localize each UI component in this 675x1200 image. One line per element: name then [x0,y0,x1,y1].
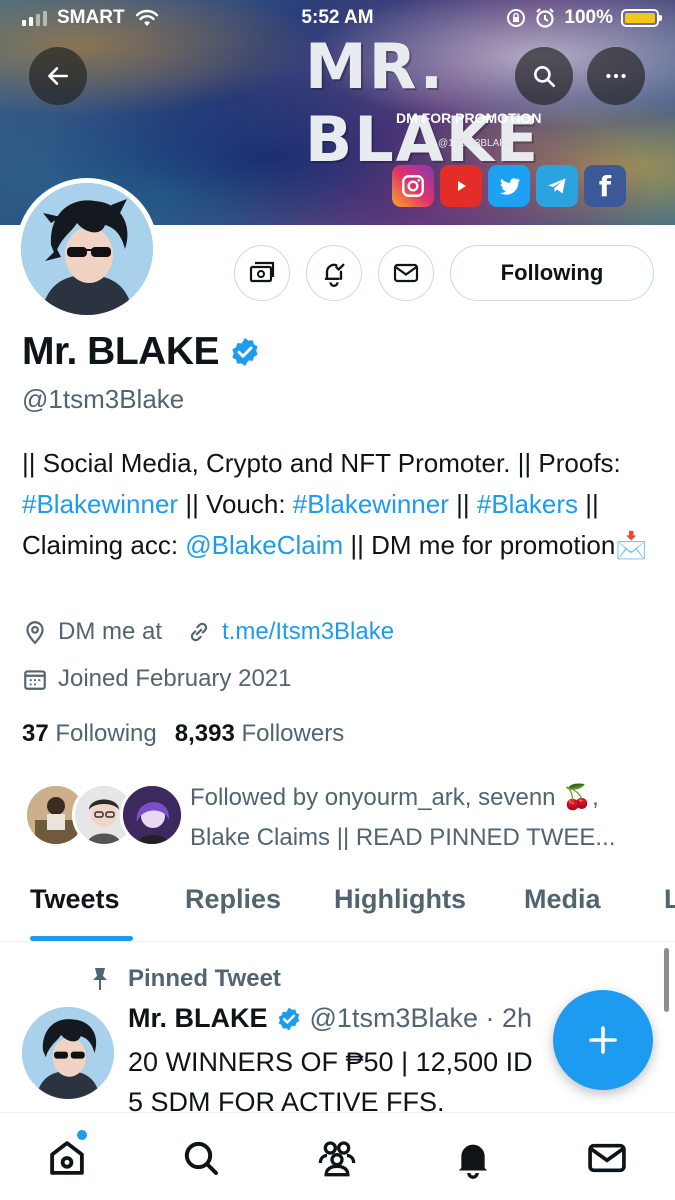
follow-counts: 37 Following 8,393 Followers [22,720,344,748]
more-icon [606,73,626,79]
bio-text: || Social Media, Crypto and NFT Promoter… [22,448,621,478]
following-button[interactable]: Following [450,245,654,301]
bio-text: || Vouch: [178,489,293,519]
profile-name-row: Mr. BLAKE [22,330,261,374]
twitter-icon [488,165,530,207]
profile-joined-row: Joined February 2021 [22,665,291,693]
profile-name: Mr. BLAKE [22,330,220,373]
telegram-icon [536,165,578,207]
link-icon [190,622,208,642]
message-button[interactable] [378,245,434,301]
plus-icon [589,1026,617,1054]
profile-avatar[interactable] [16,178,158,320]
nav-search[interactable] [176,1133,226,1183]
tip-button[interactable] [234,245,290,301]
mention-link[interactable]: @BlakeClaim [185,530,343,560]
verified-badge-icon [278,1007,299,1030]
compose-tweet-button[interactable] [553,990,653,1090]
pinned-tweet-label-row: Pinned Tweet [88,965,281,993]
banner-handle: @1TSM3BLAKE [438,138,513,149]
followed-by-text[interactable]: Followed by onyourm_ark, sevenn 🍒, Blake… [190,778,660,858]
profile-website-link[interactable]: t.me/Itsm3Blake [222,618,394,646]
followers-count: 8,393 [174,720,235,747]
tweet-author-name[interactable]: Mr. BLAKE [128,1003,268,1034]
inbox-emoji: 📩 [615,530,648,560]
followers-label: Followers [241,720,345,747]
tweet-avatar[interactable] [22,1007,114,1099]
orientation-lock-icon [507,9,526,27]
tweet-handle-time: @1tsm3Blake · 2h [309,1003,533,1033]
scrollbar[interactable] [664,948,669,1012]
followed-by-avatars[interactable] [24,783,184,849]
arrow-left-icon [48,67,68,85]
instagram-icon [392,165,434,207]
communities-icon [318,1141,356,1177]
tweet-header: Mr. BLAKE @1tsm3Blake · 2h [128,1003,532,1034]
bottom-navigation [0,1112,675,1200]
envelope-icon [588,1143,626,1173]
banner-subtitle: DM FOR PROMOTION [396,110,542,126]
battery-icon [621,9,662,27]
tab-media[interactable]: Media [524,884,601,915]
hashtag-link[interactable]: #Blakers [477,489,578,519]
search-icon [534,66,556,88]
battery-percent: 100% [564,7,613,28]
following-count-link[interactable]: 37 Following [22,720,157,748]
calendar-icon [24,670,46,690]
new-content-indicator [77,1130,87,1140]
hashtag-link[interactable]: #Blakewinner [22,489,178,519]
tab-tweets[interactable]: Tweets [30,884,120,915]
tab-highlights[interactable]: Highlights [334,884,466,915]
followers-count-link[interactable]: 8,393 Followers [175,720,344,748]
nav-home[interactable] [42,1133,92,1183]
following-count: 37 [22,720,49,747]
envelope-icon [393,263,419,283]
tab-likes[interactable]: L [664,884,675,915]
search-button[interactable] [515,47,573,105]
nav-communities[interactable] [312,1133,362,1183]
pin-icon [93,968,107,990]
search-icon [184,1141,218,1175]
facebook-icon: f [584,165,626,207]
pinned-tweet-label: Pinned Tweet [128,965,281,992]
profile-location-row: DM me at t.me/Itsm3Blake [22,618,394,646]
avatar [120,783,184,847]
following-label: Following [55,720,157,747]
status-bar: SMART 5:52 AM 100% [0,0,675,38]
active-tab-indicator [30,936,133,941]
notifications-button[interactable] [306,245,362,301]
hashtag-link[interactable]: #Blakewinner [293,489,449,519]
more-button[interactable] [587,47,645,105]
home-icon [50,1141,84,1175]
location-pin-icon [26,621,44,645]
bell-check-icon [324,263,345,287]
verified-badge-icon[interactable] [229,336,261,368]
profile-location: DM me at [58,618,163,645]
profile-joined: Joined February 2021 [58,665,292,692]
alarm-icon [536,8,555,28]
bio-text: || DM me for promotion [343,530,616,560]
nav-messages[interactable] [582,1133,632,1183]
bell-icon [458,1144,488,1179]
nav-notifications[interactable] [448,1133,498,1183]
youtube-icon [440,165,482,207]
back-button[interactable] [29,47,87,105]
money-icon [249,261,275,283]
bio-text: || [448,489,477,519]
profile-bio: || Social Media, Crypto and NFT Promoter… [22,443,662,566]
tab-replies[interactable]: Replies [185,884,281,915]
banner-social-icons: f [392,165,626,207]
profile-tabs: Tweets Replies Highlights Media L [0,878,675,942]
profile-handle: @1tsm3Blake [22,384,185,414]
